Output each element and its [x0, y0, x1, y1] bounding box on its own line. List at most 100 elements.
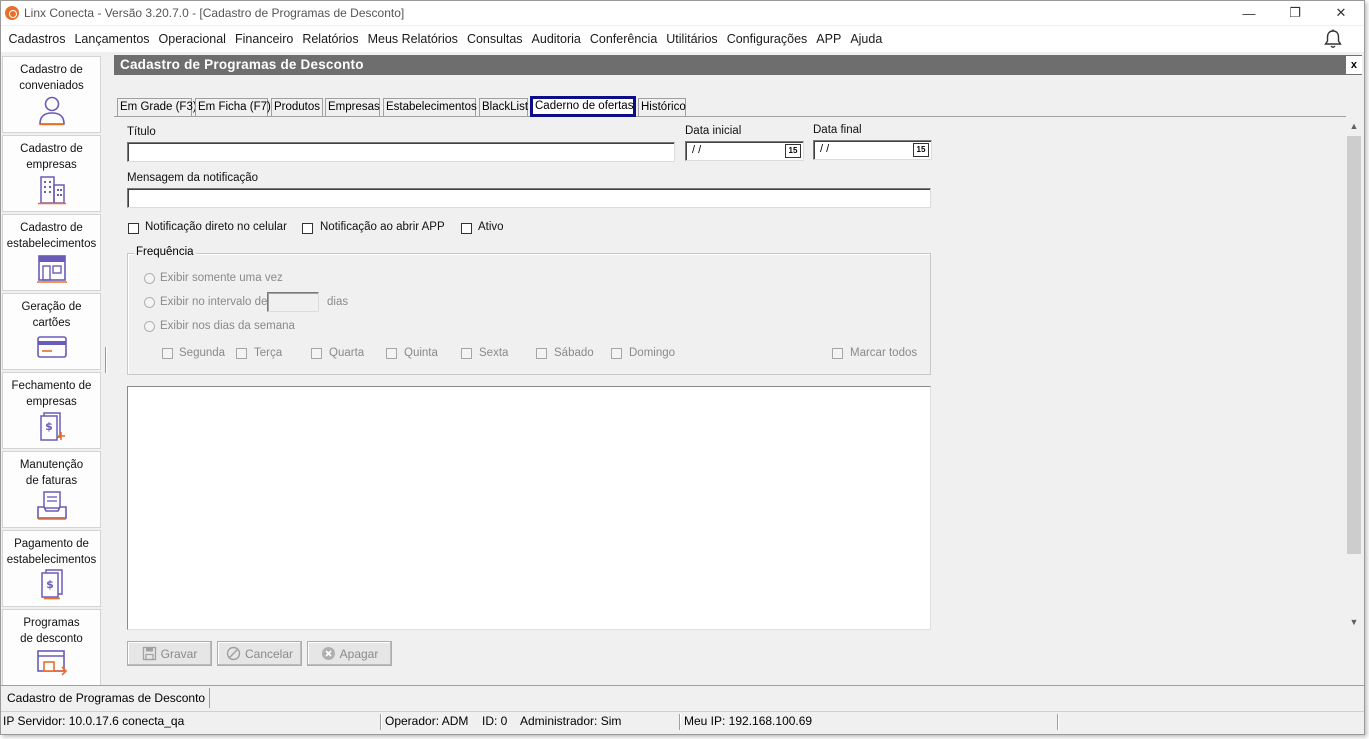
terca-checkbox[interactable] [236, 348, 247, 359]
quinta-label[interactable]: Quinta [404, 347, 438, 359]
marcar-todos-label[interactable]: Marcar todos [850, 347, 917, 359]
menu-relatorios[interactable]: Relatórios [298, 32, 363, 46]
save-icon [142, 646, 156, 661]
dias-label: dias [327, 296, 349, 308]
status-bar: IP Servidor: 10.0.17.6 conecta_qa Operad… [1, 711, 1364, 731]
quarta-label[interactable]: Quarta [329, 347, 364, 359]
domingo-checkbox[interactable] [611, 348, 622, 359]
card-icon [36, 336, 67, 358]
bell-icon[interactable] [1322, 28, 1344, 50]
menu-ajuda[interactable]: Ajuda [846, 32, 887, 46]
sidebar-splitter[interactable] [105, 347, 107, 373]
menu-meus-relatorios[interactable]: Meus Relatórios [363, 32, 462, 46]
minimize-icon[interactable]: — [1226, 1, 1272, 25]
exibir-uma-vez-label[interactable]: Exibir somente uma vez [160, 272, 283, 284]
quarta-checkbox[interactable] [311, 348, 322, 359]
form-close-button[interactable]: x [1346, 56, 1362, 74]
form-title: Cadastro de Programas de Desconto [120, 57, 364, 72]
notificacao-app-label[interactable]: Notificação ao abrir APP [320, 221, 445, 233]
tab-historico[interactable]: Histórico [638, 98, 686, 116]
menu-operacional[interactable]: Operacional [154, 32, 230, 46]
menu-cadastros[interactable]: Cadastros [4, 32, 70, 46]
open-forms-bar: Cadastro de Programas de Desconto [1, 685, 1364, 709]
scroll-thumb[interactable] [1347, 136, 1361, 554]
terca-label[interactable]: Terça [254, 347, 282, 359]
notificacao-app-checkbox[interactable] [302, 223, 313, 234]
title-bar: Linx Conecta - Versão 3.20.7.0 - [Cadast… [1, 1, 1364, 25]
frequencia-group: Frequência Exibir somente uma vez Exibir… [127, 246, 931, 375]
data-final-label: Data final [813, 124, 862, 136]
sidebar-item-empresas[interactable]: Cadastro de empresas [2, 135, 101, 212]
intervalo-dias-input[interactable] [267, 292, 319, 312]
menu-app[interactable]: APP [812, 32, 846, 46]
sidebar-item-fechamento[interactable]: Fechamento de empresas $ [2, 372, 101, 449]
calendar-icon[interactable]: 15 [913, 143, 929, 157]
linx-logo-icon [5, 6, 19, 20]
sexta-checkbox[interactable] [461, 348, 472, 359]
app-window: Linx Conecta - Versão 3.20.7.0 - [Cadast… [0, 0, 1365, 735]
vertical-scrollbar[interactable]: ▲ ▼ [1346, 118, 1362, 630]
sabado-label[interactable]: Sábado [554, 347, 594, 359]
menu-financeiro[interactable]: Financeiro [230, 32, 297, 46]
status-admin: Administrador: Sim [520, 714, 622, 728]
tab-em-ficha[interactable]: Em Ficha (F7) [195, 98, 271, 116]
exibir-uma-vez-radio[interactable] [144, 273, 155, 284]
person-icon [38, 96, 65, 126]
segunda-checkbox[interactable] [162, 348, 173, 359]
sidebar-item-estabelecimentos[interactable]: Cadastro de estabelecimentos [2, 214, 101, 291]
tab-empresas[interactable]: Empresas [325, 98, 380, 116]
tab-content-panel: Título Data inicial / / 15 Data final / … [114, 116, 1346, 682]
sidebar-item-pagamento[interactable]: Pagamento de estabelecimentos $ [2, 530, 101, 607]
close-window-icon[interactable]: ✕ [1318, 1, 1364, 25]
tab-produtos[interactable]: Produtos [271, 98, 323, 116]
sidebar-item-programas-desconto[interactable]: Programas de desconto [2, 609, 101, 686]
restore-icon[interactable]: ❐ [1272, 1, 1318, 25]
notificacao-celular-checkbox[interactable] [128, 223, 139, 234]
discount-program-icon [36, 650, 67, 676]
tab-blacklist[interactable]: BlackList [479, 98, 528, 116]
tab-caderno-de-ofertas[interactable]: Caderno de ofertas [530, 96, 636, 117]
sabado-checkbox[interactable] [536, 348, 547, 359]
sidebar-item-cartoes[interactable]: Geração de cartões [2, 293, 101, 370]
window-title: Linx Conecta - Versão 3.20.7.0 - [Cadast… [24, 6, 405, 20]
menu-conferencia[interactable]: Conferência [585, 32, 661, 46]
titulo-input[interactable] [127, 142, 675, 162]
data-inicial-input[interactable]: / / 15 [685, 141, 804, 161]
sexta-label[interactable]: Sexta [479, 347, 508, 359]
tab-em-grade[interactable]: Em Grade (F3) [117, 98, 197, 116]
mensagem-input[interactable] [127, 188, 931, 208]
quinta-checkbox[interactable] [386, 348, 397, 359]
cancelar-button[interactable]: Cancelar [217, 641, 302, 666]
gravar-button[interactable]: Gravar [127, 641, 212, 666]
notificacao-celular-label[interactable]: Notificação direto no celular [145, 221, 287, 233]
menu-auditoria[interactable]: Auditoria [527, 32, 585, 46]
menu-utilitarios[interactable]: Utilitários [662, 32, 722, 46]
open-form-tab[interactable]: Cadastro de Programas de Desconto [3, 688, 211, 708]
ativo-checkbox[interactable] [461, 223, 472, 234]
scroll-up-icon[interactable]: ▲ [1346, 118, 1362, 134]
ativo-label[interactable]: Ativo [478, 221, 504, 233]
exibir-dias-semana-radio[interactable] [144, 321, 155, 332]
svg-text:$: $ [45, 420, 53, 433]
domingo-label[interactable]: Domingo [629, 347, 675, 359]
exibir-intervalo-label[interactable]: Exibir no intervalo de [160, 296, 267, 308]
ofertas-memo-area[interactable] [127, 386, 931, 630]
exibir-intervalo-radio[interactable] [144, 297, 155, 308]
svg-text:$: $ [46, 578, 54, 591]
sidebar-item-faturas[interactable]: Manutenção de faturas [2, 451, 101, 528]
titulo-label: Título [127, 126, 156, 138]
menu-consultas[interactable]: Consultas [462, 32, 527, 46]
menu-configuracoes[interactable]: Configurações [722, 32, 812, 46]
calendar-icon[interactable]: 15 [785, 144, 801, 158]
status-id: ID: 0 [482, 714, 508, 728]
segunda-label[interactable]: Segunda [179, 347, 225, 359]
exibir-dias-semana-label[interactable]: Exibir nos dias da semana [160, 320, 295, 332]
sidebar-item-conveniados[interactable]: Cadastro de conveniados [2, 56, 101, 133]
tab-estabelecimentos[interactable]: Estabelecimentos [383, 98, 477, 116]
marcar-todos-checkbox[interactable] [832, 348, 843, 359]
data-final-input[interactable]: / / 15 [813, 140, 932, 160]
building-icon [37, 176, 66, 205]
apagar-button[interactable]: Apagar [307, 641, 392, 666]
menu-lancamentos[interactable]: Lançamentos [70, 32, 154, 46]
scroll-down-icon[interactable]: ▼ [1346, 614, 1362, 630]
